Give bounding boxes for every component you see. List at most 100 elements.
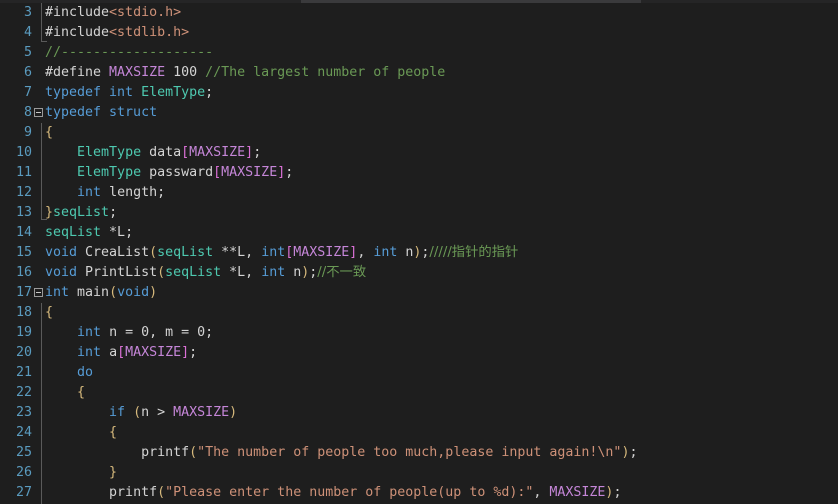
token-br2: ] <box>181 345 190 360</box>
token-pl: CreaList <box>77 245 150 260</box>
code-text: #include<stdio.h> <box>45 3 181 23</box>
line-number: 4 <box>23 25 32 40</box>
code-line[interactable]: 19 int n = 0, m = 0; <box>0 323 838 343</box>
token-pl: #define <box>45 65 110 80</box>
line-number: 9 <box>23 125 32 140</box>
code-line[interactable]: 3 #include<stdio.h> <box>0 3 838 23</box>
token-pl: data <box>141 145 182 160</box>
token-br: ( <box>157 485 166 500</box>
token-pl: ; <box>253 145 262 160</box>
token-pl: n <box>397 245 414 260</box>
code-text: int n = 0, m = 0; <box>45 323 213 343</box>
token-pl: n = 0, m = 0; <box>101 325 214 340</box>
code-text: } <box>45 463 117 483</box>
code-line[interactable]: 7 typedef int ElemType; <box>0 83 838 103</box>
line-number: 13 <box>15 205 32 220</box>
code-line[interactable]: 15 void CreaList(seqList **L, int[MAXSIZE… <box>0 243 838 263</box>
token-pl: **L, <box>213 245 262 260</box>
token-pl: main <box>69 285 110 300</box>
code-line[interactable]: 17 int main(void) <box>0 283 838 303</box>
token-kw: int <box>77 345 102 360</box>
token-pl: passward <box>141 165 214 180</box>
code-text: typedef int ElemType; <box>45 83 213 103</box>
line-number: 15 <box>15 245 32 260</box>
token-pl: ; <box>285 165 294 180</box>
token-pl: n <box>285 265 302 280</box>
fold-minus-square-icon[interactable] <box>34 288 43 297</box>
code-text: #include<stdlib.h> <box>45 23 189 43</box>
code-text: { <box>45 123 53 143</box>
code-line[interactable]: 16 void PrintList(seqList *L, int n);//不一… <box>0 263 838 283</box>
token-pl: a <box>101 345 118 360</box>
line-number: 22 <box>15 385 32 400</box>
token-pl: #include <box>45 5 110 20</box>
code-text: typedef struct <box>45 103 157 123</box>
code-line[interactable]: 22 { <box>0 383 838 403</box>
code-text: int main(void) <box>45 283 157 303</box>
code-line[interactable]: 27 printf("Please enter the number of pe… <box>0 483 838 503</box>
token-br: ( <box>157 265 166 280</box>
line-number: 18 <box>15 305 32 320</box>
code-line[interactable]: 11 ElemType passward[MAXSIZE]; <box>0 163 838 183</box>
code-text: //------------------- <box>45 43 213 63</box>
token-br: } <box>109 465 118 480</box>
line-number: 3 <box>23 5 32 20</box>
token-mac: MAXSIZE <box>109 65 166 80</box>
code-editor[interactable]: 3 #include<stdio.h> 4 #include<stdlib.h> 5//… <box>0 0 838 504</box>
token-br: { <box>45 305 54 320</box>
token-br2: [ <box>213 165 222 180</box>
code-line[interactable]: 13}seqList; <box>0 203 838 223</box>
code-line[interactable]: 20 int a[MAXSIZE]; <box>0 343 838 363</box>
token-kw: void <box>45 265 78 280</box>
line-number: 27 <box>15 485 32 500</box>
line-number: 10 <box>15 145 32 160</box>
code-line[interactable]: 5 //------------------- <box>0 43 838 63</box>
fold-minus-square-icon[interactable] <box>34 108 43 117</box>
code-line[interactable]: 10 ElemType data[MAXSIZE]; <box>0 143 838 163</box>
code-lines[interactable]: 3 #include<stdio.h> 4 #include<stdlib.h> 5//… <box>0 3 838 503</box>
code-line[interactable]: 23 if (n > MAXSIZE) <box>0 403 838 423</box>
code-line[interactable]: 21 do <box>0 363 838 383</box>
code-line[interactable]: 18 { <box>0 303 838 323</box>
token-kw: void <box>117 285 150 300</box>
code-line[interactable]: 8 typedef struct <box>0 103 838 123</box>
token-str: <stdio.h> <box>109 5 182 20</box>
code-text: { <box>45 423 117 443</box>
code-text: void CreaList(seqList **L, int[MAXSIZE],… <box>45 243 518 263</box>
code-line[interactable]: 12 int length; <box>0 183 838 203</box>
token-pl: ; <box>613 485 622 500</box>
token-ty: ElemType <box>77 145 142 160</box>
line-number: 6 <box>23 65 32 80</box>
code-text: do <box>45 363 93 383</box>
code-text: #define MAXSIZE 100 //The largest number… <box>45 63 445 83</box>
token-mac: MAXSIZE <box>189 145 246 160</box>
token-ty: seqList <box>157 245 214 260</box>
line-number: 7 <box>23 85 32 100</box>
token-br: ( <box>109 285 118 300</box>
token-ty: ElemType <box>141 85 206 100</box>
token-br2: ] <box>245 145 254 160</box>
token-pl: printf <box>141 445 190 460</box>
token-br2: [ <box>117 345 126 360</box>
line-number: 16 <box>15 265 32 280</box>
code-line[interactable]: 6 #define MAXSIZE 100 //The largest numbe… <box>0 63 838 83</box>
token-kw: typedef struct <box>45 105 158 120</box>
token-pl: PrintList <box>77 265 158 280</box>
token-mac: MAXSIZE <box>549 485 606 500</box>
token-pl: printf <box>109 485 158 500</box>
token-br: ( <box>189 445 198 460</box>
code-text: if (n > MAXSIZE) <box>45 403 237 423</box>
line-number: 14 <box>15 225 32 240</box>
token-str: "Please enter the number of people(up to… <box>165 485 534 500</box>
code-line[interactable]: 24 { <box>0 423 838 443</box>
code-line[interactable]: 9{ <box>0 123 838 143</box>
code-line[interactable]: 4 #include<stdlib.h> <box>0 23 838 43</box>
code-line[interactable]: 26 } <box>0 463 838 483</box>
code-text: ElemType passward[MAXSIZE]; <box>45 163 293 183</box>
code-line[interactable]: 25 printf("The number of people too much… <box>0 443 838 463</box>
line-number: 20 <box>15 345 32 360</box>
token-br: ) <box>229 405 238 420</box>
token-mac: MAXSIZE <box>173 405 230 420</box>
code-line[interactable]: 14 seqList *L; <box>0 223 838 243</box>
